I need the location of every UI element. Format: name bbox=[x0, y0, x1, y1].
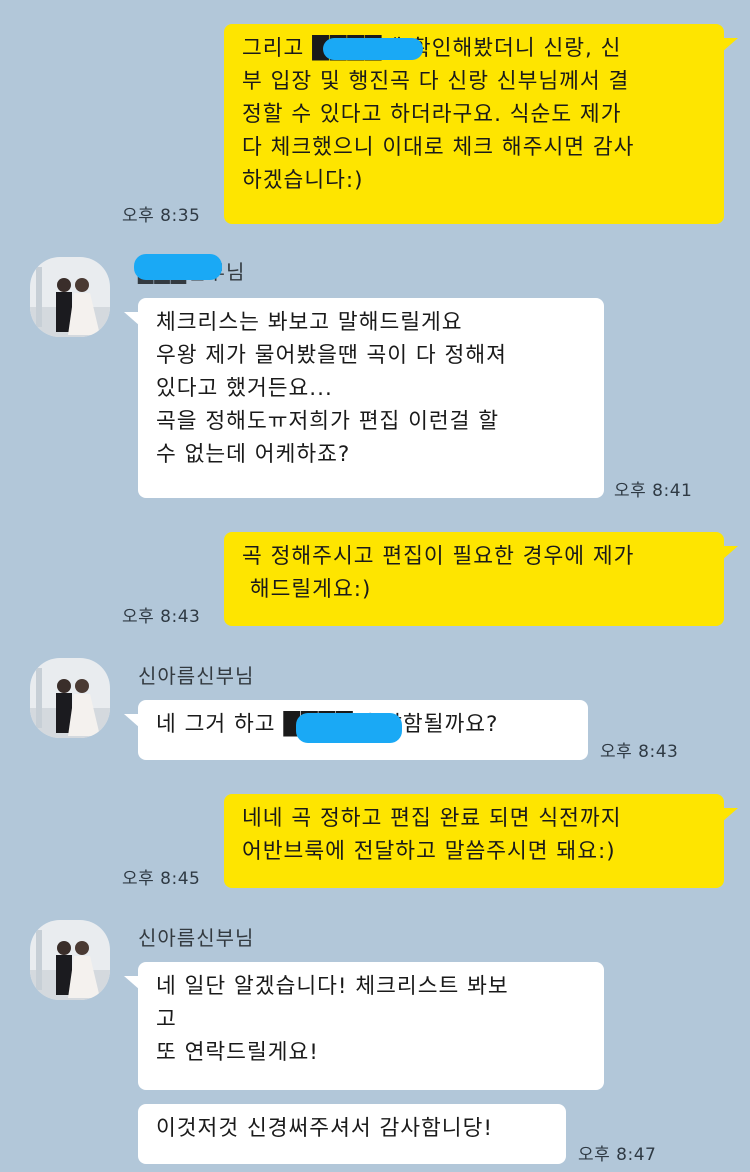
bubble-tail bbox=[722, 808, 738, 822]
bubble-tail bbox=[722, 38, 738, 52]
message-timestamp: 오후 8:43 bbox=[122, 607, 201, 627]
message-timestamp: 오후 8:41 bbox=[614, 481, 693, 501]
couple-photo-icon bbox=[30, 658, 110, 738]
redaction-mark bbox=[134, 254, 222, 280]
redaction-mark bbox=[296, 713, 402, 743]
avatar[interactable] bbox=[30, 920, 110, 1000]
sender-name: 신아름신부님 bbox=[138, 664, 255, 688]
avatar[interactable] bbox=[30, 257, 110, 337]
couple-photo-icon bbox=[30, 920, 110, 1000]
message-bubble-other[interactable]: 이것저것 신경써주셔서 감사함니당! bbox=[138, 1104, 566, 1164]
redaction-mark bbox=[323, 38, 423, 60]
couple-photo-icon bbox=[30, 257, 110, 337]
message-bubble-other[interactable]: 체크리스는 봐보고 말해드릴게요 우왕 제가 물어봤을땐 곡이 다 정해져 있다… bbox=[138, 298, 604, 498]
message-timestamp: 오후 8:35 bbox=[122, 206, 201, 226]
message-timestamp: 오후 8:43 bbox=[600, 742, 679, 762]
sender-name: 신아름신부님 bbox=[138, 926, 255, 950]
message-timestamp: 오후 8:45 bbox=[122, 869, 201, 889]
message-bubble-mine[interactable]: 네네 곡 정하고 편집 완료 되면 식전까지 어반브룩에 전달하고 말씀주시면 … bbox=[224, 794, 724, 888]
bubble-tail bbox=[722, 546, 738, 560]
message-bubble-mine[interactable]: 그리고 ████에 확인해봤더니 신랑, 신 부 입장 및 행진곡 다 신랑 신… bbox=[224, 24, 724, 224]
message-bubble-mine[interactable]: 곡 정해주시고 편집이 필요한 경우에 제가 해드릴게요:) bbox=[224, 532, 724, 626]
message-bubble-other[interactable]: 네 일단 알겠습니다! 체크리스트 봐보 고 또 연락드릴게요! bbox=[138, 962, 604, 1090]
message-timestamp: 오후 8:47 bbox=[578, 1145, 657, 1165]
avatar[interactable] bbox=[30, 658, 110, 738]
